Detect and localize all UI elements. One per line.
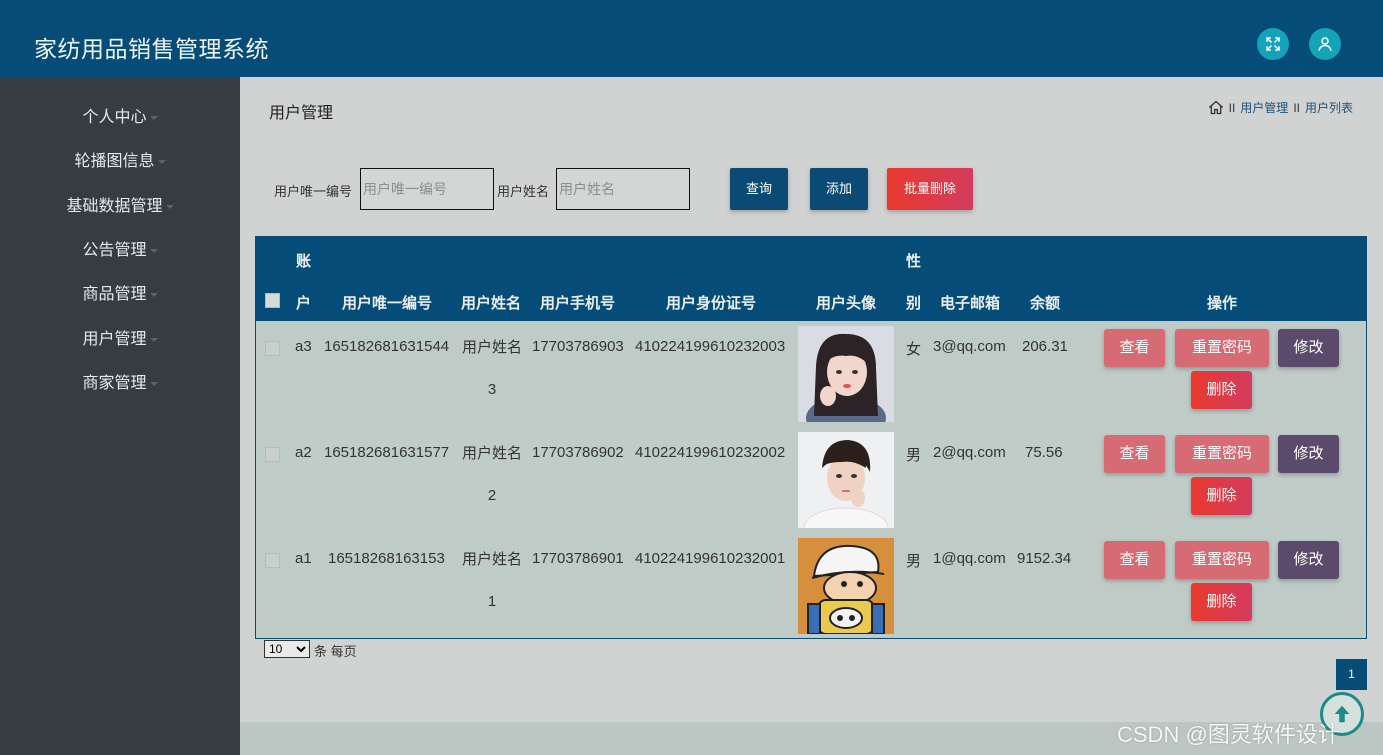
th-account: 账 xyxy=(296,253,312,270)
watermark: CSDN @图灵软件设计 xyxy=(1117,722,1340,747)
fullscreen-icon[interactable] xyxy=(1257,28,1289,60)
cell-email: 1@qq.com xyxy=(933,550,1006,567)
batch-delete-button[interactable]: 批量删除 xyxy=(887,168,973,210)
chevron-down-icon xyxy=(149,292,158,297)
delete-button[interactable]: 删除 xyxy=(1191,371,1252,409)
cell-uid: 165182681631544 xyxy=(324,338,450,355)
cell-account: a2 xyxy=(295,444,312,461)
avatar-cartoon xyxy=(798,538,894,634)
cell-name: 用户姓名3 xyxy=(462,339,523,398)
uid-filter-label: 用户唯一编号 xyxy=(274,184,353,199)
chevron-down-icon xyxy=(149,337,158,342)
edit-button[interactable]: 修改 xyxy=(1278,541,1339,579)
cell-account: a3 xyxy=(295,338,312,355)
app-title: 家纺用品销售管理系统 xyxy=(34,36,269,62)
th-gender: 性 xyxy=(906,253,922,270)
add-button[interactable]: 添加 xyxy=(810,168,868,210)
name-search-input[interactable] xyxy=(556,168,690,210)
table-row: a2 165182681631577 用户姓名2 17703786902 410… xyxy=(256,428,1366,534)
name-filter-label: 用户姓名 xyxy=(497,184,550,199)
table-row: a3 165182681631544 用户姓名3 17703786903 410… xyxy=(256,322,1366,428)
breadcrumb-users[interactable]: 用户管理 xyxy=(1240,99,1288,116)
edit-button[interactable]: 修改 xyxy=(1278,435,1339,473)
chevron-down-icon xyxy=(149,115,158,120)
th-idcard: 用户身份证号 xyxy=(666,295,757,312)
cell-idcard: 410224199610232002 xyxy=(635,444,786,461)
chevron-down-icon xyxy=(157,159,166,164)
cell-email: 3@qq.com xyxy=(933,338,1006,355)
cell-gender: 男 xyxy=(906,553,922,570)
top-header-bar: 家纺用品销售管理系统 xyxy=(0,0,1383,77)
sidebar: 个人中心 轮播图信息 基础数据管理 公告管理 商品管理 用户管理 商家管理 xyxy=(0,77,240,755)
reset-password-button[interactable]: 重置密码 xyxy=(1175,329,1269,367)
cell-email: 2@qq.com xyxy=(933,444,1006,461)
home-icon[interactable] xyxy=(1208,100,1224,115)
th-email: 电子邮箱 xyxy=(940,295,1001,312)
breadcrumb-separator: II xyxy=(1228,100,1236,115)
cell-phone: 17703786902 xyxy=(532,444,624,461)
page-number-button[interactable]: 1 xyxy=(1336,659,1367,690)
row-checkbox[interactable] xyxy=(265,447,280,462)
sidebar-item-merchants[interactable]: 商家管理 xyxy=(0,368,240,400)
breadcrumb-user-list[interactable]: 用户列表 xyxy=(1305,99,1353,116)
view-button[interactable]: 查看 xyxy=(1104,435,1165,473)
page-size-select[interactable]: 10 xyxy=(264,640,310,658)
sidebar-item-carousel[interactable]: 轮播图信息 xyxy=(0,146,240,178)
select-all-checkbox[interactable] xyxy=(265,293,280,308)
delete-button[interactable]: 删除 xyxy=(1191,477,1252,515)
cell-balance: 75.56 xyxy=(1025,444,1063,461)
cell-phone: 17703786903 xyxy=(532,338,624,355)
cell-uid: 16518268163153 xyxy=(328,550,445,567)
row-checkbox[interactable] xyxy=(265,341,280,356)
sidebar-item-notice[interactable]: 公告管理 xyxy=(0,235,240,267)
cell-idcard: 410224199610232003 xyxy=(635,338,786,355)
user-table: 账 户 用户唯一编号 用户姓名 用户手机号 用户身份证号 用户头像 性 别 电子… xyxy=(255,236,1367,639)
reset-password-button[interactable]: 重置密码 xyxy=(1175,435,1269,473)
cell-idcard: 410224199610232001 xyxy=(635,550,786,567)
chevron-down-icon xyxy=(149,381,158,386)
table-header: 账 户 用户唯一编号 用户姓名 用户手机号 用户身份证号 用户头像 性 别 电子… xyxy=(256,237,1366,321)
per-page-label: 条 每页 xyxy=(314,644,357,659)
sidebar-item-users[interactable]: 用户管理 xyxy=(0,324,240,356)
th-gender: 别 xyxy=(906,295,922,312)
row-checkbox[interactable] xyxy=(265,553,280,568)
sidebar-item-personal-center[interactable]: 个人中心 xyxy=(0,102,240,134)
avatar-girl xyxy=(798,326,894,422)
avatar-boy xyxy=(798,432,894,528)
cell-account: a1 xyxy=(295,550,312,567)
cell-uid: 165182681631577 xyxy=(324,444,450,461)
th-avatar: 用户头像 xyxy=(816,295,877,312)
edit-button[interactable]: 修改 xyxy=(1278,329,1339,367)
uid-search-input[interactable] xyxy=(360,168,494,210)
table-row: a1 16518268163153 用户姓名1 17703786901 4102… xyxy=(256,534,1366,640)
cell-name: 用户姓名2 xyxy=(462,445,523,504)
view-button[interactable]: 查看 xyxy=(1104,541,1165,579)
page-title: 用户管理 xyxy=(269,105,334,122)
chevron-down-icon xyxy=(149,248,158,253)
th-balance: 余额 xyxy=(1030,295,1061,312)
th-phone: 用户手机号 xyxy=(540,295,616,312)
th-uid: 用户唯一编号 xyxy=(342,295,433,312)
cell-gender: 男 xyxy=(906,447,922,464)
breadcrumb: II 用户管理 II 用户列表 xyxy=(1208,99,1353,116)
view-button[interactable]: 查看 xyxy=(1104,329,1165,367)
user-icon[interactable] xyxy=(1309,28,1341,60)
cell-gender: 女 xyxy=(906,341,922,358)
sidebar-item-goods[interactable]: 商品管理 xyxy=(0,279,240,311)
breadcrumb-separator: II xyxy=(1293,100,1300,115)
cell-name: 用户姓名1 xyxy=(462,551,523,610)
delete-button[interactable]: 删除 xyxy=(1191,583,1252,621)
chevron-down-icon xyxy=(165,204,174,209)
search-button[interactable]: 查询 xyxy=(730,168,788,210)
sidebar-item-base-data[interactable]: 基础数据管理 xyxy=(0,191,240,223)
cell-balance: 206.31 xyxy=(1022,338,1068,355)
th-account: 户 xyxy=(296,295,312,312)
th-actions: 操作 xyxy=(1207,295,1238,312)
cell-balance: 9152.34 xyxy=(1017,550,1072,567)
th-name: 用户姓名 xyxy=(461,295,522,312)
cell-phone: 17703786901 xyxy=(532,550,624,567)
reset-password-button[interactable]: 重置密码 xyxy=(1175,541,1269,579)
